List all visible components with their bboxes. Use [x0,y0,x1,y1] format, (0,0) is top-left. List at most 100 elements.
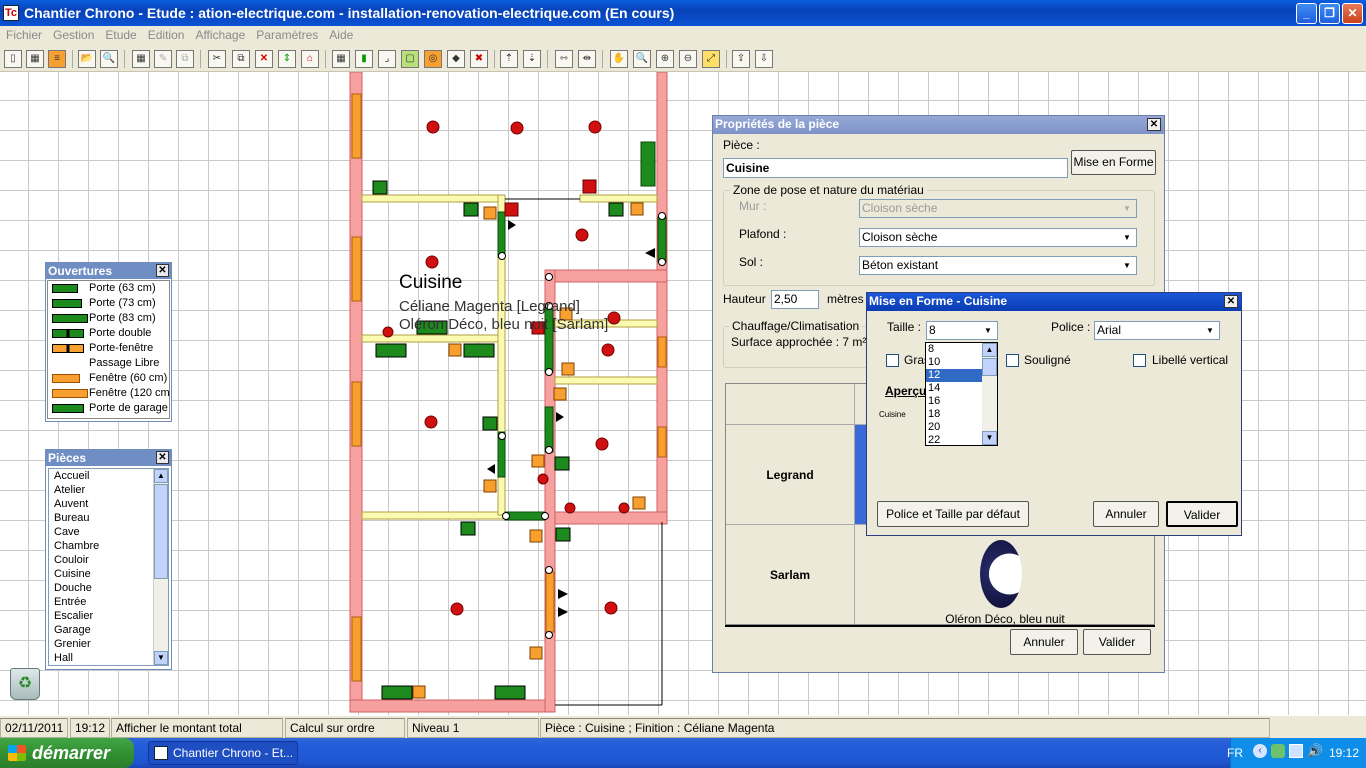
mise-en-forme-title[interactable]: Mise en Forme - Cuisine ✕ [867,293,1241,311]
list-item[interactable]: Bureau [49,511,168,525]
scroll-thumb[interactable] [154,484,168,579]
preview-icon[interactable]: 🔍 [100,50,118,68]
mise-en-forme-button[interactable]: Mise en Forme [1071,150,1156,175]
ruler-icon[interactable]: ⇹ [578,50,596,68]
zoom-icon[interactable]: 🔍 [633,50,651,68]
volume-icon[interactable]: 🔊 [1307,743,1323,759]
recycle-bin-icon[interactable]: ♻ [10,668,40,700]
cross-wall-icon[interactable]: ✖ [470,50,488,68]
app-icon[interactable]: Tc [3,5,19,21]
new-icon[interactable]: ▯ [4,50,22,68]
open-icon[interactable]: 📂 [78,50,96,68]
hauteur-input[interactable]: 2,50 [771,290,819,309]
scroll-down-icon[interactable]: ▼ [154,651,168,665]
list-item[interactable]: Escalier [49,609,168,623]
plafond-select[interactable]: Cloison sèche ▼ [859,228,1137,247]
copy-disabled-icon[interactable]: ⧉ [176,50,194,68]
piece-name-input[interactable]: Cuisine [723,158,1068,178]
souligne-checkbox[interactable] [1006,354,1019,367]
pieces-title[interactable]: Pièces ✕ [46,450,171,466]
corner-icon[interactable]: ⌟ [378,50,396,68]
size-option-selected[interactable]: 12 [926,369,982,382]
menu-aide[interactable]: Aide [323,26,358,42]
zone-icon[interactable]: ▢ [401,50,419,68]
police-select[interactable]: Arial ▼ [1094,321,1220,340]
taille-dropdown[interactable]: 8 10 12 14 16 18 20 22 ▲ ▼ [925,342,998,446]
status-montant[interactable]: Afficher le montant total [111,718,283,738]
scroll-up-icon[interactable]: ▲ [982,343,997,357]
opening-door-73[interactable]: Porte (73 cm) [48,296,169,311]
libelle-vertical-checkbox[interactable] [1133,354,1146,367]
hand-icon[interactable]: ✋ [610,50,628,68]
sol-select[interactable]: Béton existant ▼ [859,256,1137,275]
close-icon[interactable]: ✕ [156,264,169,277]
restore-button[interactable]: ❐ [1319,3,1340,24]
opening-door-83[interactable]: Porte (83 cm) [48,311,169,326]
pieces-scrollbar[interactable]: ▲ ▼ [153,469,168,665]
level-down-icon[interactable]: ⇣ [523,50,541,68]
menu-etude[interactable]: Etude [99,26,141,42]
copy-icon[interactable]: ⧉ [232,50,250,68]
opening-window-120[interactable]: Fenêtre (120 cm [48,386,169,401]
list-item[interactable]: Cave [49,525,168,539]
list-item[interactable]: Douche [49,581,168,595]
opening-double-door[interactable]: Porte double [48,326,169,341]
cut-icon[interactable]: ✂ [208,50,226,68]
list-item[interactable]: Atelier [49,483,168,497]
scroll-up-icon[interactable]: ▲ [154,469,168,483]
room-properties-title[interactable]: Propriétés de la pièce ✕ [713,116,1164,134]
mef-annuler-button[interactable]: Annuler [1093,501,1159,527]
delete-icon[interactable]: ✕ [255,50,273,68]
scroll-thumb[interactable] [982,358,997,376]
network-icon[interactable] [1271,744,1285,758]
opening-garage-door[interactable]: Porte de garage [48,401,169,416]
menu-edition[interactable]: Edition [142,26,190,42]
menu-affichage[interactable]: Affichage [189,26,250,42]
close-icon[interactable]: ✕ [1224,295,1238,308]
list-item[interactable]: Accueil [49,469,168,483]
zoom-out-icon[interactable]: ⊖ [679,50,697,68]
status-calcul[interactable]: Calcul sur ordre [285,718,405,738]
minimize-button[interactable]: _ [1296,3,1317,24]
list-item[interactable]: Chambre [49,539,168,553]
list-item[interactable]: Hall [49,651,168,665]
wall-icon[interactable]: ▦ [332,50,350,68]
edit-icon[interactable]: ✎ [154,50,172,68]
room-icon[interactable]: ⌂ [301,50,319,68]
calc-icon[interactable]: ▦ [26,50,44,68]
list-item-selected[interactable]: Cuisine [49,567,168,581]
opening-window-60[interactable]: Fenêtre (60 cm) [48,371,169,386]
close-icon[interactable]: ✕ [1147,118,1161,131]
taskbar-app-button[interactable]: Chantier Chrono - Et... [148,741,298,765]
measure-icon[interactable]: ⇿ [555,50,573,68]
monitor-icon[interactable] [1289,744,1303,758]
zoom-fit-icon[interactable]: ⤢ [702,50,720,68]
list-item[interactable]: Couloir [49,553,168,567]
diamond-icon[interactable]: ◆ [447,50,465,68]
export-icon[interactable]: ⇪ [732,50,750,68]
annuler-button[interactable]: Annuler [1010,629,1078,655]
grid-icon[interactable]: ▦ [132,50,150,68]
taille-select[interactable]: 8 ▼ [926,321,998,340]
ouvertures-title[interactable]: Ouvertures ✕ [46,263,171,279]
valider-button[interactable]: Valider [1083,629,1151,655]
mef-valider-button[interactable]: Valider [1166,501,1238,527]
close-icon[interactable]: ✕ [156,451,169,464]
zoom-in-icon[interactable]: ⊕ [656,50,674,68]
back-arrow-icon[interactable]: ‹ [1253,744,1267,758]
opening-french-window[interactable]: Porte-fenêtre [48,341,169,356]
import-icon[interactable]: ⇩ [755,50,773,68]
default-font-button[interactable]: Police et Taille par défaut [877,501,1029,527]
dropdown-scrollbar[interactable]: ▲ ▼ [982,343,997,445]
list-icon[interactable]: ≡ [48,50,66,68]
menu-parametres[interactable]: Paramètres [250,26,323,42]
language-indicator[interactable]: FR [1227,746,1243,760]
start-button[interactable]: démarrer [0,738,134,768]
list-item[interactable]: Garage [49,623,168,637]
opening-door-63[interactable]: Porte (63 cm) [48,281,169,296]
outlet-icon[interactable]: ◎ [424,50,442,68]
menu-gestion[interactable]: Gestion [47,26,99,42]
level-up-icon[interactable]: ⇡ [500,50,518,68]
list-item[interactable]: Auvent [49,497,168,511]
close-button[interactable]: ✕ [1342,3,1363,24]
